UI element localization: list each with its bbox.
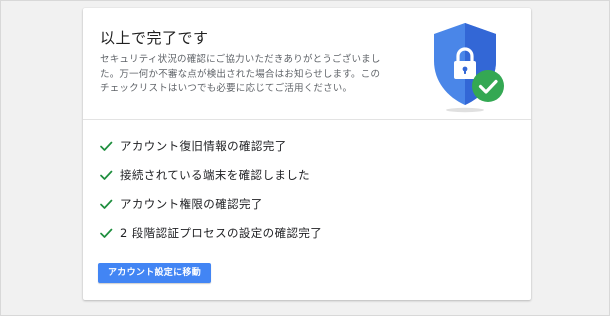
- security-shield-lock-icon: [434, 23, 504, 113]
- checkmark-icon: [100, 228, 113, 238]
- description-line: チェックリストはいつでも必要に応じてご活用ください。: [100, 83, 353, 94]
- card-header: 以上で完了です セキュリティ状況の確認にご協力いただきありがとうございまし た。…: [83, 8, 531, 120]
- checkmark-icon: [100, 199, 113, 209]
- checklist-item: アカウント復旧情報の確認完了: [99, 131, 322, 160]
- card-title: 以上で完了です: [100, 29, 209, 47]
- card-description: セキュリティ状況の確認にご協力いただきありがとうございまし た。万一何か不審な点…: [100, 53, 410, 97]
- checklist-item-label: アカウント復旧情報の確認完了: [120, 138, 287, 153]
- checkup-checklist: アカウント復旧情報の確認完了 接続されている端末を確認しました アカウント権限の…: [99, 131, 322, 247]
- checklist-item-label: 接続されている端末を確認しました: [120, 167, 311, 182]
- checklist-item: 接続されている端末を確認しました: [99, 160, 322, 189]
- go-to-account-settings-button[interactable]: アカウント設定に移動: [98, 263, 212, 283]
- checklist-item-label: 2 段階認証プロセスの設定の確認完了: [120, 225, 323, 240]
- security-checkup-complete-card: 以上で完了です セキュリティ状況の確認にご協力いただきありがとうございまし た。…: [83, 8, 531, 300]
- checklist-item: 2 段階認証プロセスの設定の確認完了: [99, 218, 322, 247]
- checkmark-icon: [100, 170, 113, 180]
- checklist-item: アカウント権限の確認完了: [99, 189, 322, 218]
- description-line: セキュリティ状況の確認にご協力いただきありがとうございまし: [100, 54, 381, 65]
- description-line: た。万一何か不審な点が検出された場合はお知らせします。この: [100, 68, 381, 80]
- checkmark-badge-icon: [472, 70, 504, 102]
- checkmark-icon: [100, 141, 113, 151]
- checklist-item-label: アカウント権限の確認完了: [120, 196, 263, 211]
